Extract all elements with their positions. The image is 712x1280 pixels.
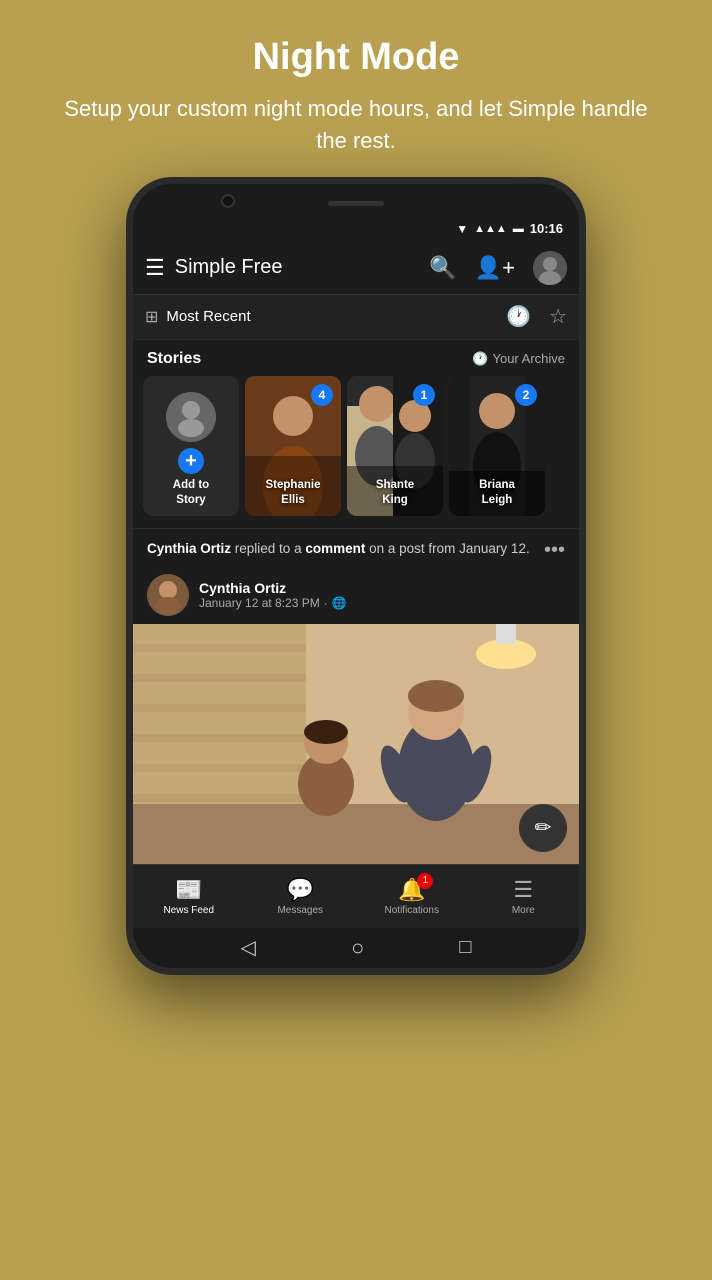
add-story-label: Add toStory [143, 478, 239, 508]
filter-grid-icon: ⊞ [145, 307, 158, 327]
post-notification: Cynthia Ortiz replied to a comment on a … [133, 528, 579, 568]
stephanie-count-badge: 4 [311, 384, 333, 406]
history-icon[interactable]: 🕐 [506, 304, 531, 329]
home-button[interactable]: ○ [351, 935, 364, 961]
post-image: ✏ [133, 624, 579, 864]
post-meta-dot: · [324, 596, 328, 610]
pencil-icon: ✏ [535, 815, 552, 840]
post-meta-time: January 12 at 8:23 PM [199, 596, 320, 610]
page-subtitle: Setup your custom night mode hours, and … [60, 93, 652, 157]
post-photo [133, 624, 579, 864]
phone-speaker [328, 201, 384, 206]
messages-icon: 💬 [287, 877, 314, 903]
recent-button[interactable]: □ [459, 936, 471, 959]
add-story-avatar [166, 392, 216, 442]
nav-item-messages[interactable]: 💬 Messages [245, 877, 357, 916]
archive-clock-icon: 🕐 [472, 351, 488, 367]
messages-label: Messages [277, 905, 323, 916]
stephanie-label: StephanieEllis [245, 478, 341, 508]
phone-top-hardware [133, 184, 579, 216]
star-icon[interactable]: ☆ [549, 304, 567, 329]
story-card-shante[interactable]: 1 ShanteKing [347, 376, 443, 516]
page-title: Night Mode [60, 36, 652, 79]
signal-icon: ▲▲▲ [474, 223, 507, 235]
app-bar: ☰ Simple Free 🔍 👤+ [133, 242, 579, 294]
filter-actions: 🕐 ☆ [506, 304, 567, 329]
post-replied-text: replied to a [235, 541, 306, 556]
cynthia-avatar [147, 574, 189, 616]
post-author-avatar[interactable] [147, 574, 189, 616]
archive-label: Your Archive [492, 351, 565, 366]
page-header: Night Mode Setup your custom night mode … [0, 0, 712, 177]
nav-item-notifications[interactable]: 🔔 1 Notifications [356, 877, 468, 916]
phone-bottom-bar: ◁ ○ □ [133, 928, 579, 968]
post-meta: Cynthia Ortiz January 12 at 8:23 PM · 🌐 [133, 568, 579, 624]
briana-count-badge: 2 [515, 384, 537, 406]
stories-section: Stories 🕐 Your Archive [133, 340, 579, 528]
notifications-badge: 1 [417, 873, 433, 889]
status-time: 10:16 [530, 221, 563, 236]
post-globe-icon: 🌐 [332, 596, 347, 610]
more-icon: ☰ [513, 877, 533, 903]
more-label: More [512, 905, 535, 916]
status-bar: ▼ ▲▲▲ ▬ 10:16 [133, 216, 579, 242]
post-notification-text: Cynthia Ortiz replied to a comment on a … [147, 539, 534, 559]
edit-fab-button[interactable]: ✏ [519, 804, 567, 852]
stories-title: Stories [147, 350, 201, 368]
app-actions: 🔍 👤+ [429, 251, 567, 285]
post-author-name: Cynthia Ortiz [147, 541, 231, 556]
page-background: Night Mode Setup your custom night mode … [0, 0, 712, 1280]
shante-count-badge: 1 [413, 384, 435, 406]
post-meta-time-row: January 12 at 8:23 PM · 🌐 [199, 596, 347, 610]
briana-label: BrianaLeigh [449, 478, 545, 508]
filter-label: Most Recent [166, 308, 506, 325]
add-story-avatar-img [166, 392, 216, 442]
stories-archive-btn[interactable]: 🕐 Your Archive [472, 351, 565, 367]
post-comment-bold: comment [305, 541, 365, 556]
bottom-nav: 📰 News Feed 💬 Messages 🔔 1 Notifications… [133, 864, 579, 928]
stories-row: + Add toStory 4 StephanieEllis [133, 374, 579, 528]
post-meta-author: Cynthia Ortiz [199, 580, 347, 596]
stories-header: Stories 🕐 Your Archive [133, 340, 579, 374]
app-title: Simple Free [175, 256, 430, 279]
wifi-icon: ▼ [456, 222, 468, 236]
add-friend-icon[interactable]: 👤+ [475, 255, 515, 281]
story-card-briana[interactable]: 2 BrianaLeigh [449, 376, 545, 516]
menu-icon[interactable]: ☰ [145, 255, 165, 281]
avatar-image [533, 251, 567, 285]
filter-bar[interactable]: ⊞ Most Recent 🕐 ☆ [133, 294, 579, 340]
newsfeed-label: News Feed [163, 905, 214, 916]
add-story-plus-btn[interactable]: + [178, 448, 204, 474]
post-meta-info: Cynthia Ortiz January 12 at 8:23 PM · 🌐 [199, 580, 347, 610]
back-button[interactable]: ◁ [241, 935, 256, 960]
notifications-label: Notifications [385, 905, 439, 916]
nav-item-more[interactable]: ☰ More [468, 877, 580, 916]
battery-icon: ▬ [513, 223, 524, 235]
story-add-card[interactable]: + Add toStory [143, 376, 239, 516]
shante-label: ShanteKing [347, 478, 443, 508]
search-icon[interactable]: 🔍 [429, 255, 456, 281]
story-card-stephanie[interactable]: 4 StephanieEllis [245, 376, 341, 516]
newsfeed-icon: 📰 [175, 877, 202, 903]
user-avatar[interactable] [533, 251, 567, 285]
post-trail-text: on a post from January 12. [369, 541, 530, 556]
nav-item-newsfeed[interactable]: 📰 News Feed [133, 877, 245, 916]
phone-camera [221, 194, 235, 208]
post-more-btn[interactable]: ••• [534, 539, 565, 562]
notifications-icon-wrap: 🔔 1 [398, 877, 425, 903]
phone-device: ▼ ▲▲▲ ▬ 10:16 ☰ Simple Free 🔍 👤+ [126, 177, 586, 975]
